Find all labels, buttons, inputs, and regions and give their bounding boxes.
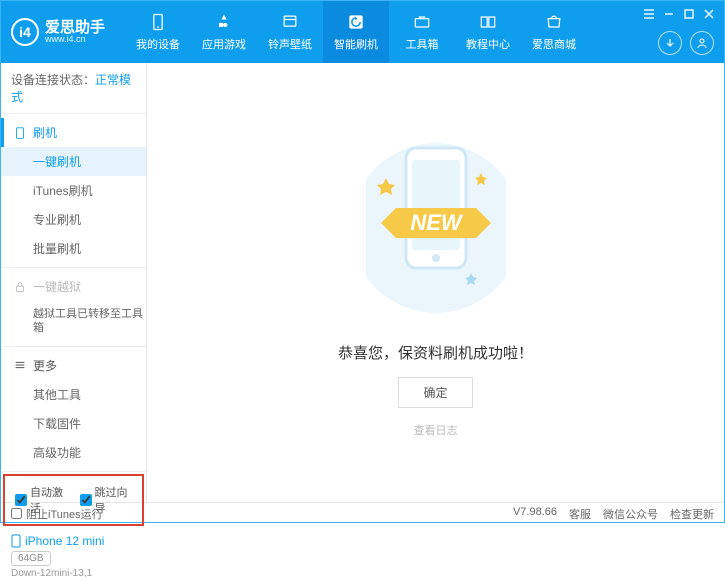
device-model: Down-12mini-13,1 <box>11 568 136 579</box>
version-label: V7.98.66 <box>513 506 557 522</box>
close-icon[interactable] <box>702 7 716 21</box>
tab-toolbox[interactable]: 工具箱 <box>389 1 455 63</box>
tab-flash[interactable]: 智能刷机 <box>323 1 389 63</box>
sidebar-jailbreak-note: 越狱工具已转移至工具箱 <box>1 301 146 342</box>
tab-device[interactable]: 我的设备 <box>125 1 191 63</box>
storage-badge: 64GB <box>11 551 51 566</box>
support-link[interactable]: 客服 <box>569 506 591 522</box>
success-illustration: NEW <box>366 128 506 328</box>
maximize-icon[interactable] <box>682 7 696 21</box>
menu-icon[interactable] <box>642 7 656 21</box>
tab-store[interactable]: 爱思商城 <box>521 1 587 63</box>
connection-status: 设备连接状态：正常模式 <box>1 63 146 114</box>
sidebar-item-itunes[interactable]: iTunes刷机 <box>1 176 146 205</box>
sidebar-item-firmware[interactable]: 下载固件 <box>1 409 146 438</box>
logo-icon: i4 <box>11 18 39 46</box>
tab-tutorials[interactable]: 教程中心 <box>455 1 521 63</box>
view-log-link[interactable]: 查看日志 <box>414 422 458 438</box>
main-content: NEW 恭喜您，保资料刷机成功啦！ 确定 查看日志 <box>147 63 724 502</box>
sidebar-item-advanced[interactable]: 高级功能 <box>1 438 146 467</box>
logo: i4 爱思助手 www.i4.cn <box>11 18 105 46</box>
sidebar-head-more[interactable]: 更多 <box>1 351 146 380</box>
window-controls <box>642 7 716 21</box>
success-message: 恭喜您，保资料刷机成功啦！ <box>338 342 533 363</box>
sidebar-item-other[interactable]: 其他工具 <box>1 380 146 409</box>
app-url: www.i4.cn <box>45 35 105 44</box>
device-info[interactable]: iPhone 12 mini 64GB Down-12mini-13,1 <box>1 528 146 585</box>
tab-ringtones[interactable]: 铃声壁纸 <box>257 1 323 63</box>
nav-tabs: 我的设备 应用游戏 铃声壁纸 智能刷机 工具箱 教程中心 爱思商城 <box>125 1 587 63</box>
wechat-link[interactable]: 微信公众号 <box>603 506 658 522</box>
update-link[interactable]: 检查更新 <box>670 506 714 522</box>
chk-block-itunes[interactable]: 阻止iTunes运行 <box>11 506 103 522</box>
sidebar-item-pro[interactable]: 专业刷机 <box>1 205 146 234</box>
app-header: i4 爱思助手 www.i4.cn 我的设备 应用游戏 铃声壁纸 智能刷机 工具… <box>1 1 724 63</box>
sidebar: 设备连接状态：正常模式 刷机 一键刷机 iTunes刷机 专业刷机 批量刷机 一… <box>1 63 147 502</box>
ok-button[interactable]: 确定 <box>398 377 472 408</box>
download-button[interactable] <box>658 31 682 55</box>
svg-text:NEW: NEW <box>410 210 464 235</box>
sidebar-item-oneclick[interactable]: 一键刷机 <box>1 147 146 176</box>
sidebar-item-batch[interactable]: 批量刷机 <box>1 234 146 263</box>
sidebar-head-flash[interactable]: 刷机 <box>1 118 146 147</box>
tab-apps[interactable]: 应用游戏 <box>191 1 257 63</box>
sidebar-head-jailbreak: 一键越狱 <box>1 272 146 301</box>
user-button[interactable] <box>690 31 714 55</box>
minimize-icon[interactable] <box>662 7 676 21</box>
app-name: 爱思助手 <box>45 20 105 35</box>
